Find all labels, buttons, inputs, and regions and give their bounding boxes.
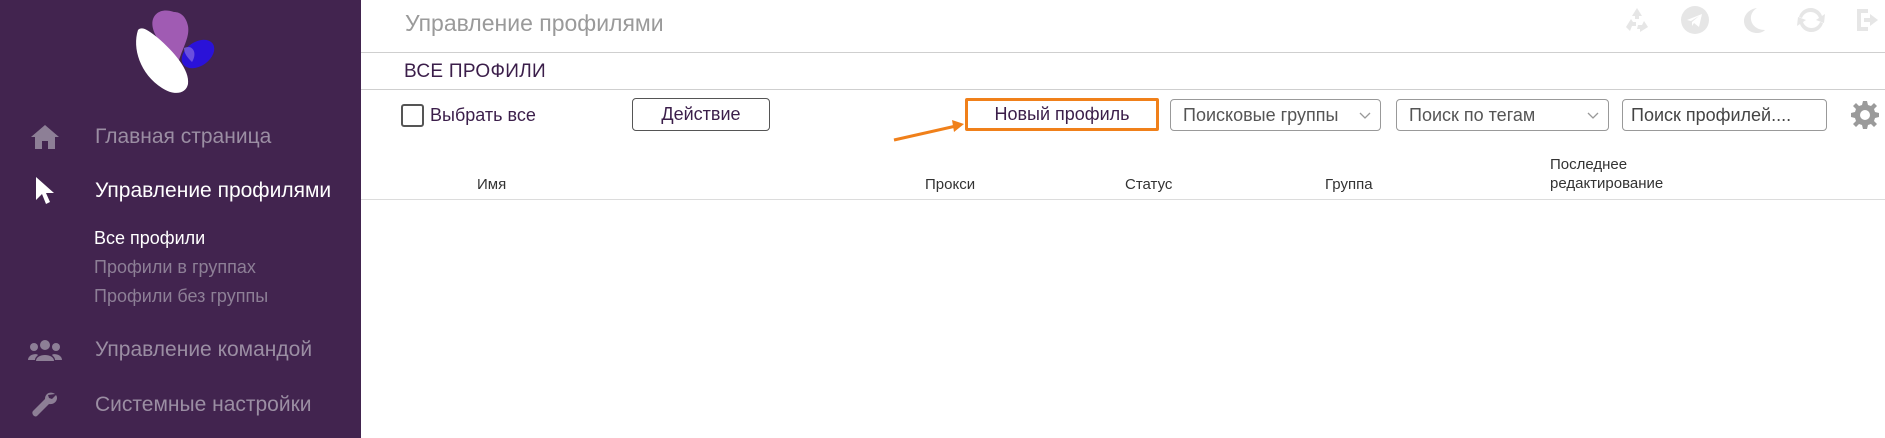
select-all-checkbox[interactable]: Выбрать все — [401, 104, 536, 127]
select-all-label: Выбрать все — [430, 105, 536, 125]
recycle-icon[interactable] — [1621, 4, 1653, 36]
nav-settings[interactable]: Системные настройки — [0, 385, 361, 425]
telegram-icon[interactable] — [1679, 4, 1711, 36]
chevron-down-icon — [1359, 112, 1371, 119]
chevron-down-icon — [1587, 112, 1599, 119]
nav-team[interactable]: Управление командой — [0, 330, 361, 370]
top-header: Управление профилями — [361, 0, 1885, 53]
sidebar: Главная страница Управление профилями Вс… — [0, 0, 361, 438]
action-button[interactable]: Действие — [632, 98, 770, 131]
subnav-profiles-without-group[interactable]: Профили без группы — [94, 286, 268, 307]
table-header-divider — [361, 199, 1885, 200]
moon-icon[interactable] — [1737, 4, 1769, 36]
search-groups-dropdown[interactable]: Поисковые группы — [1170, 99, 1381, 131]
subnav-profiles-in-groups[interactable]: Профили в группах — [94, 257, 256, 278]
app-logo — [136, 10, 215, 93]
column-header-last-edited-line2: редактирование — [1550, 175, 1664, 192]
home-icon — [28, 120, 62, 154]
annotation-arrow-icon — [893, 120, 964, 142]
search-groups-label: Поисковые группы — [1183, 104, 1339, 125]
profile-search-input[interactable] — [1622, 99, 1827, 131]
section-divider — [361, 89, 1885, 90]
section-title: ВСЕ ПРОФИЛИ — [404, 61, 546, 82]
column-header-name[interactable]: Имя — [477, 175, 506, 194]
subnav-all-profiles[interactable]: Все профили — [94, 228, 205, 249]
nav-team-label: Управление командой — [95, 338, 313, 361]
wrench-icon — [28, 388, 62, 422]
logout-icon[interactable] — [1853, 4, 1885, 36]
nav-profiles[interactable]: Управление профилями — [0, 171, 361, 211]
nav-settings-label: Системные настройки — [95, 393, 312, 416]
nav-home[interactable]: Главная страница — [0, 117, 361, 157]
tag-search-dropdown[interactable]: Поиск по тегам — [1396, 99, 1609, 131]
column-header-last-edited[interactable]: Последнее редактирование — [1550, 155, 1663, 193]
refresh-icon[interactable] — [1795, 4, 1827, 36]
tag-search-label: Поиск по тегам — [1409, 104, 1536, 125]
new-profile-button[interactable]: Новый профиль — [965, 98, 1159, 131]
column-header-last-edited-line1: Последнее — [1550, 156, 1628, 173]
column-header-proxy[interactable]: Прокси — [925, 175, 975, 194]
header-icon-bar — [1621, 4, 1885, 36]
checkbox-box[interactable] — [401, 104, 424, 127]
page-title: Управление профилями — [405, 10, 664, 36]
gear-icon[interactable] — [1850, 100, 1880, 130]
nav-home-label: Главная страница — [95, 125, 272, 148]
nav-profiles-label: Управление профилями — [95, 179, 332, 202]
users-icon — [28, 333, 62, 367]
cursor-icon — [28, 174, 62, 208]
column-header-group[interactable]: Группа — [1325, 175, 1373, 194]
column-header-status[interactable]: Статус — [1125, 175, 1172, 194]
